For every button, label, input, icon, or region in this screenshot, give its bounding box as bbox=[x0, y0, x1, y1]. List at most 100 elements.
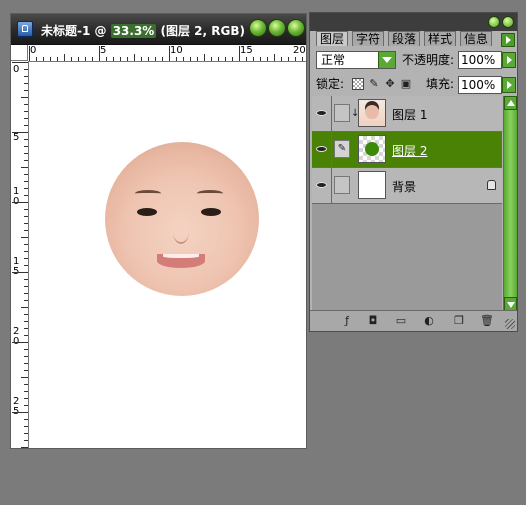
lock-all-icon[interactable]: ▣ bbox=[400, 78, 412, 90]
ruler-tick bbox=[24, 328, 28, 329]
layer-thumbnail bbox=[358, 99, 386, 127]
ruler-tick bbox=[50, 57, 51, 61]
brush-icon[interactable]: ✎ bbox=[334, 140, 350, 158]
ruler-tick bbox=[106, 57, 107, 61]
ruler-label: 20 bbox=[293, 45, 306, 56]
layer-thumbnail bbox=[358, 171, 386, 199]
chevron-down-icon[interactable] bbox=[378, 52, 395, 68]
eye-visibility-icon[interactable] bbox=[312, 96, 332, 131]
layer-link-cell[interactable] bbox=[334, 176, 350, 194]
adjustment-layer-icon[interactable]: ◐ bbox=[422, 314, 436, 327]
layer-style-icon[interactable]: ƒ bbox=[340, 314, 354, 327]
tab-layers[interactable]: 图层 bbox=[316, 31, 349, 46]
layer-link-cell[interactable] bbox=[334, 104, 350, 122]
ruler-label: 5 bbox=[13, 132, 20, 143]
ruler-tick bbox=[24, 125, 28, 126]
nose bbox=[173, 220, 189, 244]
ruler-tick bbox=[24, 258, 28, 259]
ruler-tick bbox=[21, 307, 28, 308]
ruler-tick bbox=[24, 356, 28, 357]
panel-menu-button[interactable] bbox=[501, 33, 515, 47]
ruler-tick bbox=[24, 335, 28, 336]
right-eye bbox=[201, 208, 221, 216]
layer-list[interactable]: ↓ 图层 1 ✎ 图层 2 背景 bbox=[312, 96, 502, 311]
green-circle-icon bbox=[365, 142, 379, 156]
layer-row-layer-1[interactable]: ↓ 图层 1 bbox=[312, 96, 502, 132]
panel-title-bar[interactable] bbox=[310, 13, 517, 31]
lock-position-move-icon[interactable]: ✥ bbox=[384, 78, 396, 90]
ruler-label: 1 0 bbox=[13, 186, 20, 207]
ruler-tick bbox=[21, 377, 28, 378]
ruler-tick bbox=[24, 146, 28, 147]
ruler-tick bbox=[24, 405, 28, 406]
ruler-tick bbox=[134, 54, 135, 61]
close-button[interactable] bbox=[287, 19, 305, 37]
layer-row-background[interactable]: 背景 bbox=[312, 168, 502, 204]
scrollbar-track[interactable] bbox=[504, 110, 517, 297]
ruler-tick bbox=[169, 46, 170, 61]
scroll-up-arrow-icon[interactable] bbox=[504, 96, 517, 110]
ruler-tick bbox=[12, 132, 28, 133]
document-canvas[interactable] bbox=[29, 62, 306, 448]
ruler-tick bbox=[113, 57, 114, 61]
ruler-tick bbox=[24, 209, 28, 210]
ruler-label: 5 bbox=[100, 45, 107, 56]
panel-close-button[interactable] bbox=[502, 16, 514, 28]
left-eye bbox=[137, 208, 157, 216]
fill-input[interactable]: 100% bbox=[458, 76, 502, 94]
add-mask-icon[interactable]: ◘ bbox=[366, 314, 380, 327]
tab-paragraph[interactable]: 段落 bbox=[388, 31, 421, 46]
left-eyebrow bbox=[135, 190, 161, 197]
new-layer-icon[interactable]: ❐ bbox=[452, 314, 466, 327]
layer-row-layer-2[interactable]: ✎ 图层 2 bbox=[312, 132, 502, 168]
ruler-tick bbox=[162, 57, 163, 61]
ruler-tick bbox=[24, 111, 28, 112]
ruler-label: 10 bbox=[170, 45, 183, 56]
new-group-folder-icon[interactable]: ▭ bbox=[394, 314, 408, 327]
vertical-ruler[interactable]: 0 5 1 0 1 5 2 0 2 5 bbox=[11, 61, 29, 448]
opacity-label: 不透明度: bbox=[402, 53, 455, 67]
tab-info[interactable]: 信息 bbox=[460, 31, 493, 46]
ruler-tick bbox=[99, 46, 100, 61]
ruler-tick bbox=[24, 174, 28, 175]
horizontal-ruler[interactable]: 0 5 10 15 20 bbox=[28, 45, 306, 62]
document-title-bar[interactable]: 未标题-1 @ 33.3% (图层 2, RGB) bbox=[11, 14, 306, 45]
lock-transparency-icon[interactable] bbox=[352, 78, 364, 90]
ruler-label: 2 0 bbox=[13, 326, 20, 347]
fill-slider-button[interactable] bbox=[502, 77, 516, 93]
panel-tabs: 图层 字符 段落 样式 信息 bbox=[312, 31, 515, 47]
resize-grip-icon[interactable] bbox=[505, 319, 515, 329]
ruler-tick bbox=[24, 398, 28, 399]
maximize-button[interactable] bbox=[268, 19, 286, 37]
opacity-input[interactable]: 100% bbox=[458, 51, 502, 69]
opacity-slider-button[interactable] bbox=[502, 52, 516, 68]
layers-scrollbar[interactable] bbox=[503, 96, 517, 311]
ruler-tick bbox=[24, 384, 28, 385]
ruler-tick bbox=[127, 57, 128, 61]
ruler-tick bbox=[21, 237, 28, 238]
document-window[interactable]: 未标题-1 @ 33.3% (图层 2, RGB) 0 5 10 15 20 0… bbox=[10, 13, 307, 449]
ruler-origin[interactable] bbox=[11, 45, 28, 61]
ruler-tick bbox=[148, 57, 149, 61]
panel-collapse-button[interactable] bbox=[488, 16, 500, 28]
ruler-tick bbox=[24, 265, 28, 266]
ruler-tick bbox=[24, 426, 28, 427]
zoom-level: 33.3% bbox=[110, 24, 157, 38]
lock-image-brush-icon[interactable]: ✎ bbox=[368, 78, 380, 90]
ruler-tick bbox=[24, 433, 28, 434]
trash-delete-icon[interactable]: 🗑 bbox=[480, 314, 494, 327]
ruler-tick bbox=[253, 57, 254, 61]
eye-visibility-icon[interactable] bbox=[312, 168, 332, 203]
blend-row: 正常 不透明度: 100% bbox=[314, 51, 516, 71]
eye-visibility-icon[interactable] bbox=[312, 132, 332, 167]
scroll-down-arrow-icon[interactable] bbox=[504, 297, 517, 311]
blend-mode-value: 正常 bbox=[321, 53, 346, 67]
ruler-tick bbox=[12, 202, 28, 203]
minimize-button[interactable] bbox=[249, 19, 267, 37]
ruler-tick bbox=[288, 57, 289, 61]
layers-panel[interactable]: 图层 字符 段落 样式 信息 正常 不透明度: 100% 锁定: ✎ ✥ ▣ 填… bbox=[309, 12, 518, 332]
ruler-tick bbox=[24, 286, 28, 287]
tab-character[interactable]: 字符 bbox=[352, 31, 385, 46]
tab-styles[interactable]: 样式 bbox=[424, 31, 457, 46]
blend-mode-select[interactable]: 正常 bbox=[316, 51, 396, 69]
